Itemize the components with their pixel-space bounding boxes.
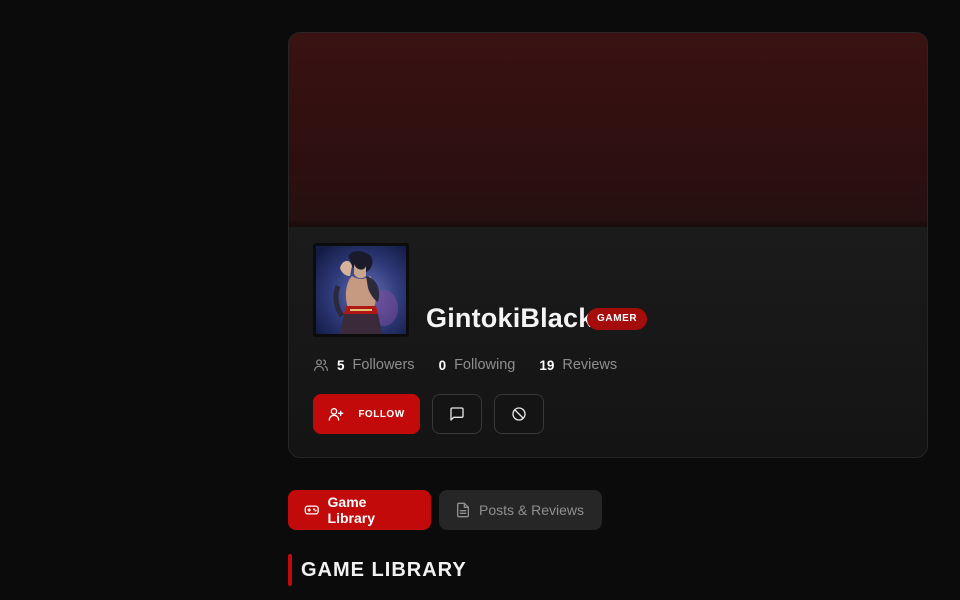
followers-count: 5 — [337, 357, 345, 373]
tab-posts-reviews[interactable]: Posts & Reviews — [439, 490, 602, 530]
follow-button[interactable]: FOLLOW — [313, 394, 420, 434]
tab-posts-reviews-label: Posts & Reviews — [479, 502, 585, 518]
following-count: 0 — [438, 357, 447, 373]
users-icon — [314, 359, 328, 371]
document-icon — [457, 502, 469, 518]
section-accent-bar — [288, 554, 292, 586]
ban-icon — [512, 407, 526, 421]
avatar[interactable] — [313, 243, 409, 337]
followers-stat[interactable]: 5 Followers — [337, 357, 415, 373]
section-title: GAME LIBRARY — [301, 558, 467, 581]
profile-banner — [289, 33, 927, 227]
block-button[interactable] — [494, 394, 544, 434]
profile-stats: 5 Followers 0 Following 19 Reviews — [313, 355, 641, 375]
profile-card: GintokiBlack GAMER 5 Followers 0 Followi… — [288, 32, 928, 458]
tab-game-library-label: Game Library — [327, 494, 375, 526]
profile-tabs: Game Library Posts & Reviews — [288, 490, 602, 530]
username: GintokiBlack — [426, 303, 594, 333]
section-heading: GAME LIBRARY — [288, 554, 467, 586]
follow-button-label: FOLLOW — [358, 408, 405, 420]
reviews-label: Reviews — [562, 357, 618, 373]
user-plus-icon — [328, 408, 344, 421]
reviews-count: 19 — [539, 357, 555, 373]
message-button[interactable] — [432, 394, 482, 434]
profile-page: GintokiBlack GAMER 5 Followers 0 Followi… — [0, 0, 960, 600]
gamepad-icon — [304, 505, 319, 515]
following-label: Following — [454, 357, 516, 373]
role-badge: GAMER — [587, 308, 648, 330]
followers-label: Followers — [352, 357, 415, 373]
character-portrait-icon — [316, 246, 406, 334]
following-stat[interactable]: 0 Following — [439, 357, 516, 373]
reviews-stat[interactable]: 19 Reviews — [539, 357, 617, 373]
message-square-icon — [450, 407, 464, 421]
tab-game-library[interactable]: Game Library — [288, 490, 431, 530]
profile-actions: FOLLOW — [313, 394, 544, 434]
